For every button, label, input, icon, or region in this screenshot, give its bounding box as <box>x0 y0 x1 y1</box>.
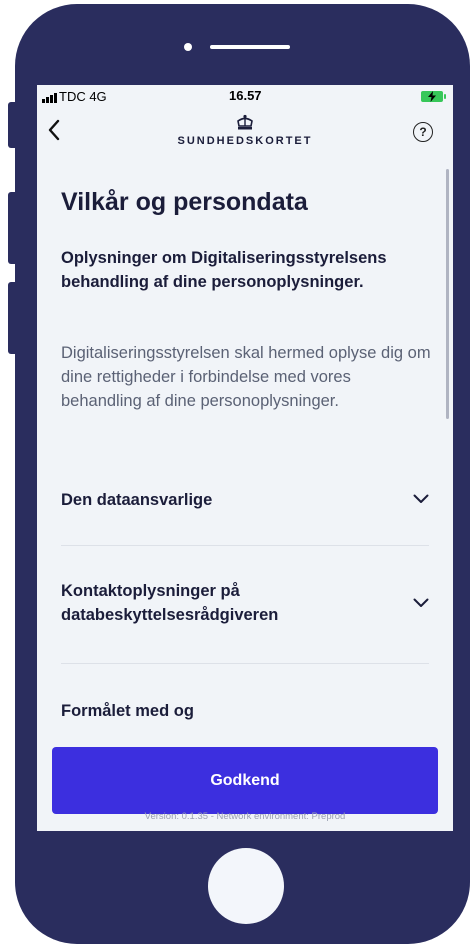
version-label: Version: 0.1.35 - Network environment: P… <box>144 811 346 822</box>
status-bar: TDC 4G 16.57 <box>37 85 453 111</box>
camera-dot <box>184 43 192 51</box>
help-icon[interactable]: ? <box>413 122 433 142</box>
chevron-down-icon <box>413 494 429 503</box>
accordion-label: Formålet med og <box>61 702 194 720</box>
divider <box>61 545 429 546</box>
page-subtitle: Oplysninger om Digitaliseringsstyrelsens… <box>61 249 387 291</box>
accordion-purpose[interactable]: Formålet med og <box>61 699 429 723</box>
navigation-bar: SUNDHEDSKORTET ? <box>37 111 453 155</box>
intro-text: Digitaliseringsstyrelsen skal hermed opl… <box>61 344 431 410</box>
brand-logo-text: SUNDHEDSKORTET <box>177 135 313 147</box>
status-time: 16.57 <box>229 88 262 103</box>
speaker-grille <box>210 45 290 49</box>
carrier-label: TDC 4G <box>59 89 107 104</box>
accordion-label: Den dataansvarlige <box>61 491 213 509</box>
footer: Godkend Version: 0.1.35 - Network enviro… <box>37 735 453 831</box>
scrollbar[interactable] <box>446 169 449 419</box>
page-title: Vilkår og persondata <box>61 188 308 216</box>
accordion-dpo-contact[interactable]: Kontaktoplysninger på databeskyttelsesrå… <box>61 579 429 627</box>
battery-charging-icon <box>421 91 446 102</box>
chevron-down-icon <box>413 598 429 607</box>
home-button[interactable] <box>208 848 284 924</box>
terms-content[interactable]: Vilkår og persondata Oplysninger om Digi… <box>37 155 453 735</box>
signal-icon <box>42 93 57 103</box>
approve-button[interactable]: Godkend <box>52 747 438 814</box>
accordion-data-controller[interactable]: Den dataansvarlige <box>61 488 429 512</box>
accordion-label: Kontaktoplysninger på databeskyttelsesrå… <box>61 582 279 624</box>
divider <box>61 663 429 664</box>
crown-icon <box>237 114 253 130</box>
app-screen: TDC 4G 16.57 SUNDHEDSKORTET ? Vilkår og … <box>37 85 453 831</box>
